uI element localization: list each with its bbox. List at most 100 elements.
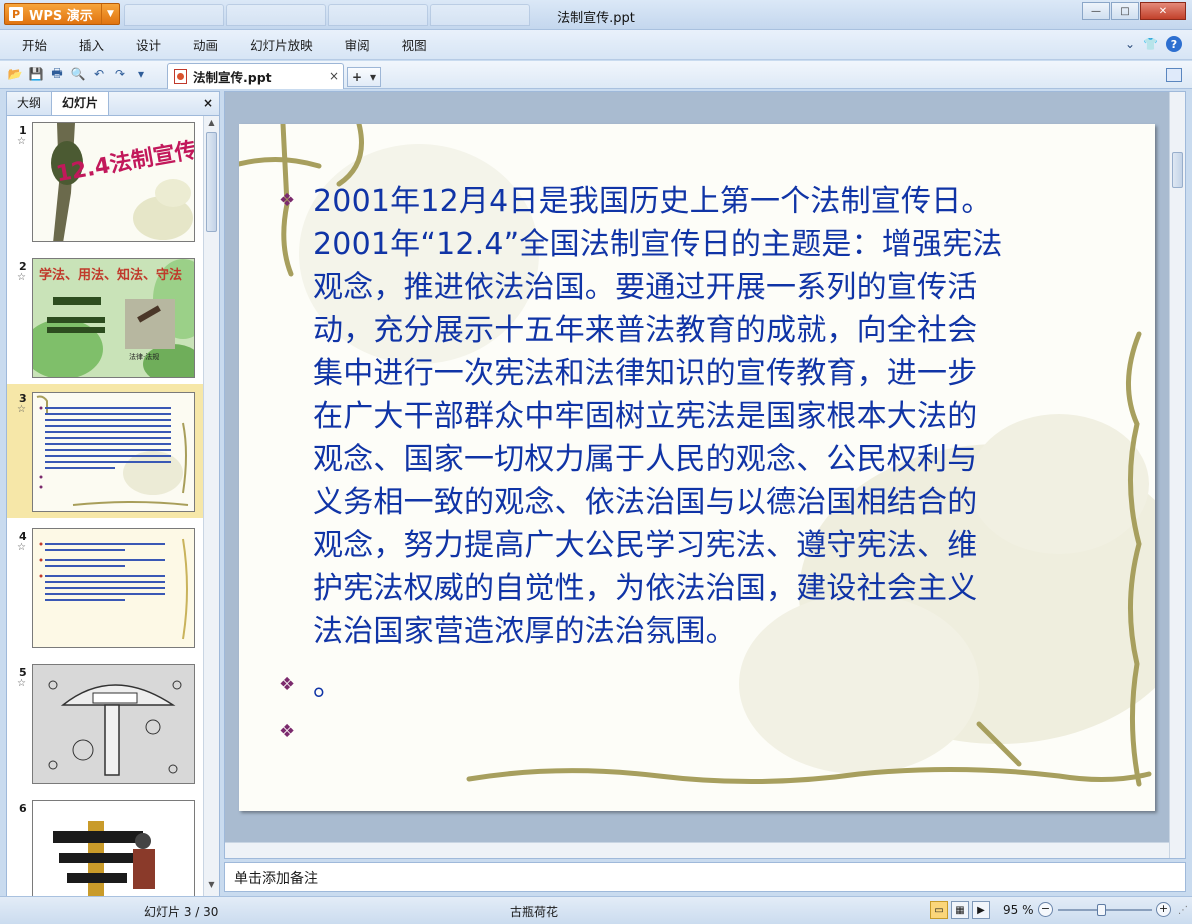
thumbnail-list: 1 ☆ 12.4法制宣传 2 ☆ 学法、用法、知法、守法 法律·法规 3 ☆ 4… bbox=[7, 116, 203, 896]
skin-icon[interactable]: 👕 bbox=[1143, 37, 1158, 51]
view-switcher: ▭ ▦ ▶ bbox=[930, 901, 990, 919]
animation-star-icon: ☆ bbox=[17, 272, 26, 283]
undo-icon[interactable]: ↶ bbox=[90, 65, 108, 83]
text-line: 观念，推进依法治国。要通过开展一系列的宣传活 bbox=[313, 270, 978, 305]
thumbnail-art: 学法、用法、知法、守法 法律·法规 bbox=[33, 259, 194, 377]
new-tab-button[interactable]: + ▾ bbox=[347, 67, 381, 87]
animation-star-icon: ☆ bbox=[17, 678, 26, 689]
theme-name[interactable]: 古瓶荷花 bbox=[510, 903, 558, 920]
text-line: 观念、国家一切权力属于人民的观念、公民权利与 bbox=[313, 442, 978, 477]
close-button[interactable]: ✕ bbox=[1140, 2, 1186, 20]
notes-pane[interactable]: 单击添加备注 bbox=[224, 862, 1186, 892]
zoom-out-button[interactable]: − bbox=[1038, 902, 1053, 917]
document-tab-label: 法制宣传.ppt bbox=[193, 70, 272, 85]
window-controls: — □ ✕ bbox=[1082, 2, 1186, 20]
text-line: 动，充分展示十五年来普法教育的成就，向全社会 bbox=[313, 313, 978, 348]
tab-slides[interactable]: 幻灯片 bbox=[51, 92, 110, 115]
thumbnail-scrollbar[interactable]: ▲ ▼ bbox=[203, 116, 219, 896]
text-line: 护宪法权威的自觉性，为依法治国，建设社会主义 bbox=[313, 571, 978, 606]
minimize-button[interactable]: — bbox=[1082, 2, 1110, 20]
document-tab-close-icon[interactable]: × bbox=[329, 69, 339, 83]
bullet-diamond-icon: ❖ bbox=[279, 190, 296, 211]
text-line: 法治国家营造浓厚的法治氛围。 bbox=[313, 614, 736, 649]
help-icon[interactable]: ? bbox=[1166, 36, 1182, 52]
maximize-button[interactable]: □ bbox=[1111, 2, 1139, 20]
slide-thumbnail-5[interactable]: 5 ☆ bbox=[7, 658, 203, 790]
scroll-up-icon[interactable]: ▲ bbox=[204, 118, 219, 132]
thumbnail-title: 学法、用法、知法、守法 bbox=[39, 267, 182, 283]
slide-thumbnail-4[interactable]: 4 ☆ bbox=[7, 522, 203, 654]
slide-sorter-icon[interactable]: ▦ bbox=[951, 901, 969, 919]
ppt-file-icon bbox=[174, 69, 187, 84]
thumbnail-art bbox=[33, 393, 194, 511]
quick-access-toolbar: 📂 💾 🖶 🔍 ↶ ↷ ▾ 法制宣传.ppt × + ▾ bbox=[0, 61, 1192, 89]
panel-tabs: 大纲 幻灯片 × bbox=[7, 92, 219, 116]
text-line: 集中进行一次宪法和法律知识的宣传教育，进一步 bbox=[313, 356, 978, 391]
menu-animation[interactable]: 动画 bbox=[193, 35, 218, 54]
scrollbar-thumb[interactable] bbox=[206, 132, 217, 232]
text-line: 在广大干部群众中牢固树立宪法是国家根本大法的 bbox=[313, 399, 978, 434]
notes-placeholder: 单击添加备注 bbox=[234, 871, 318, 887]
redo-icon[interactable]: ↷ bbox=[111, 65, 129, 83]
text-line: 义务相一致的观念、依法治国与以德治国相结合的 bbox=[313, 485, 978, 520]
thumbnail-image bbox=[32, 392, 195, 512]
zoom-in-button[interactable]: + bbox=[1156, 902, 1171, 917]
open-icon[interactable]: 📂 bbox=[6, 65, 24, 83]
thumbnail-image bbox=[32, 664, 195, 784]
thumbnail-art bbox=[33, 529, 194, 647]
menu-review[interactable]: 审阅 bbox=[345, 35, 370, 54]
menu-design[interactable]: 设计 bbox=[136, 35, 161, 54]
scrollbar-thumb[interactable] bbox=[1172, 152, 1183, 188]
text-line: 观念，努力提高广大公民学习宪法、遵守宪法、维 bbox=[313, 528, 978, 563]
menu-view[interactable]: 视图 bbox=[402, 35, 427, 54]
menu-home[interactable]: 开始 bbox=[22, 35, 47, 54]
zoom-level[interactable]: 95 % bbox=[1003, 903, 1034, 917]
thumbnail-image: 12.4法制宣传 bbox=[32, 122, 195, 242]
slide-thumbnail-2[interactable]: 2 ☆ 学法、用法、知法、守法 法律·法规 bbox=[7, 252, 203, 384]
bullet-diamond-icon: ❖ bbox=[279, 721, 296, 742]
thumbnail-art: 12.4法制宣传 bbox=[33, 123, 194, 241]
animation-star-icon: ☆ bbox=[17, 136, 26, 147]
slide-thumbnail-1[interactable]: 1 ☆ 12.4法制宣传 bbox=[7, 116, 203, 248]
scroll-down-icon[interactable]: ▼ bbox=[204, 880, 219, 894]
tab-outline[interactable]: 大纲 bbox=[7, 92, 51, 115]
status-bar: 幻灯片 3 / 30 古瓶荷花 ▭ ▦ ▶ 95 % − + ⋰ bbox=[0, 896, 1192, 924]
animation-star-icon: ☆ bbox=[17, 542, 26, 553]
normal-view-icon[interactable]: ▭ bbox=[930, 901, 948, 919]
save-icon[interactable]: 💾 bbox=[27, 65, 45, 83]
thumbnail-caption: 法律·法规 bbox=[129, 352, 159, 361]
slide-thumbnail-3[interactable]: 3 ☆ bbox=[7, 384, 203, 518]
window-title: 法制宣传.ppt bbox=[557, 11, 635, 26]
bullet-diamond-icon: ❖ bbox=[279, 674, 296, 695]
print-preview-icon[interactable]: 🔍 bbox=[69, 65, 87, 83]
zoom-slider-handle[interactable] bbox=[1097, 904, 1106, 916]
window-mode-icon[interactable] bbox=[1166, 68, 1182, 82]
panel-close-icon[interactable]: × bbox=[203, 96, 213, 110]
slide-paragraph-1[interactable]: 2001年12月4日是我国历史上第一个法制宣传日。 2001年“12.4”全国法… bbox=[313, 180, 1003, 653]
customize-icon[interactable]: ▾ bbox=[132, 65, 150, 83]
menu-slideshow[interactable]: 幻灯片放映 bbox=[250, 35, 313, 54]
text-line: 2001年“12.4”全国法制宣传日的主题是：增强宪法 bbox=[313, 227, 1003, 262]
menu-insert[interactable]: 插入 bbox=[79, 35, 104, 54]
document-tab[interactable]: 法制宣传.ppt × bbox=[167, 63, 344, 89]
slide-thumbnail-6[interactable]: 6 bbox=[7, 794, 203, 896]
resize-grip-icon[interactable]: ⋰ bbox=[1178, 905, 1188, 916]
title-bar: P WPS 演示 ▼ 法制宣传.ppt — □ ✕ bbox=[0, 0, 1192, 30]
slide-canvas[interactable]: ❖ 2001年12月4日是我国历史上第一个法制宣传日。 2001年“12.4”全… bbox=[239, 124, 1155, 811]
thumbnail-art bbox=[33, 801, 194, 896]
text-line: 2001年12月4日是我国历史上第一个法制宣传日。 bbox=[313, 184, 992, 219]
print-icon[interactable]: 🖶 bbox=[48, 65, 66, 83]
slide-paragraph-2[interactable]: 。 bbox=[313, 664, 343, 707]
ribbon-collapse-icon[interactable]: ⌄ bbox=[1125, 37, 1135, 51]
animation-star-icon: ☆ bbox=[17, 404, 26, 415]
chevron-down-icon[interactable]: ▾ bbox=[370, 70, 376, 84]
editor-vertical-scrollbar[interactable] bbox=[1169, 92, 1185, 858]
menu-right-controls: ⌄ 👕 ? bbox=[1125, 36, 1182, 52]
slideshow-icon[interactable]: ▶ bbox=[972, 901, 990, 919]
slide-editor: ❖ 2001年12月4日是我国历史上第一个法制宣传日。 2001年“12.4”全… bbox=[224, 91, 1186, 859]
editor-horizontal-scrollbar[interactable] bbox=[225, 842, 1169, 858]
menu-bar: 开始 插入 设计 动画 幻灯片放映 审阅 视图 ⌄ 👕 ? bbox=[0, 30, 1192, 60]
thumbnail-image: 学法、用法、知法、守法 法律·法规 bbox=[32, 258, 195, 378]
quick-access-icons: 📂 💾 🖶 🔍 ↶ ↷ ▾ bbox=[6, 65, 150, 83]
slides-panel: 大纲 幻灯片 × 1 ☆ 12.4法制宣传 2 ☆ 学法、用法、知法、守法 法律… bbox=[6, 91, 220, 897]
